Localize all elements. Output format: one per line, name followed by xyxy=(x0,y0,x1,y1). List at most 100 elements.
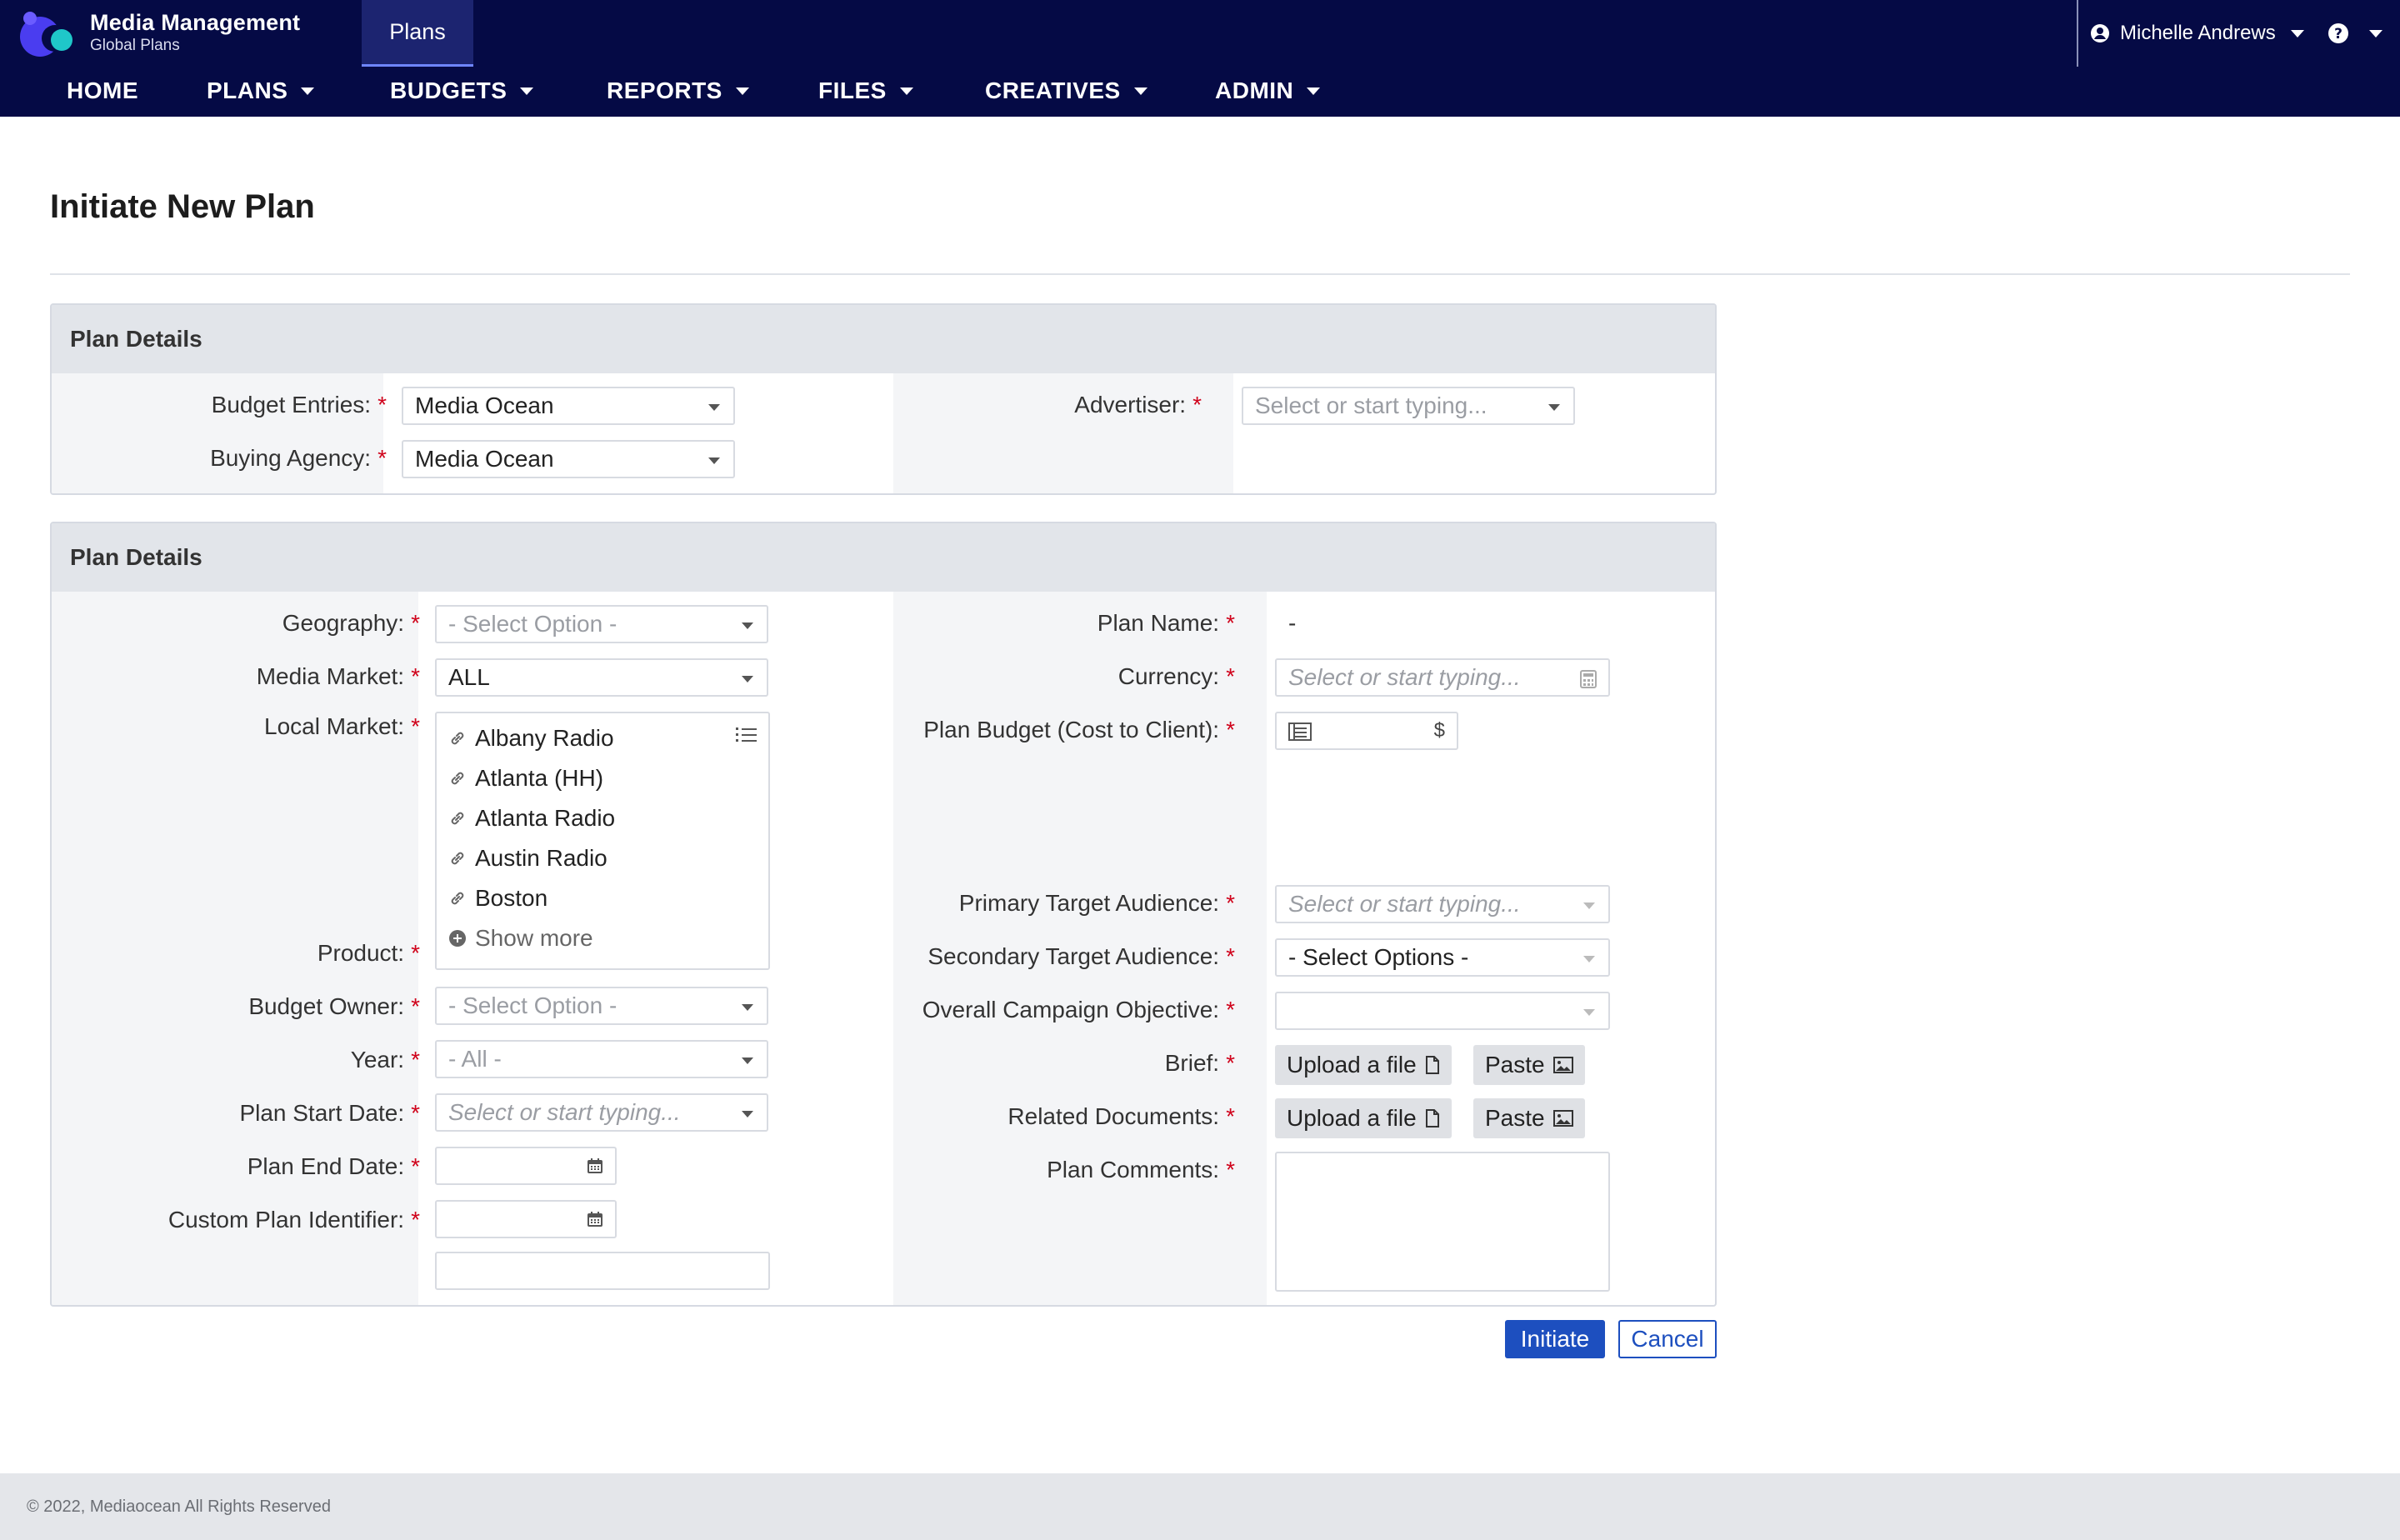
nav-plans[interactable]: PLANS xyxy=(207,70,315,112)
calendar-icon[interactable] xyxy=(587,1158,603,1174)
required-marker: * xyxy=(411,663,420,689)
nav-admin[interactable]: ADMIN xyxy=(1215,70,1321,112)
local-market-list[interactable]: Albany Radio Atlanta (HH) Atlanta Radio … xyxy=(435,712,770,970)
plan-details-panel-2: Plan Details Geography: * - Select Option… xyxy=(50,522,1717,1307)
chevron-down-icon xyxy=(735,87,749,95)
custom-plan-date-input[interactable] xyxy=(435,1200,617,1238)
required-marker: * xyxy=(378,445,387,471)
chevron-down-icon xyxy=(742,622,753,629)
calendar-icon[interactable] xyxy=(587,1211,603,1228)
link-icon xyxy=(451,772,464,785)
budget-entries-label: Budget Entries: * xyxy=(212,392,387,418)
cancel-button[interactable]: Cancel xyxy=(1618,1320,1717,1358)
nav-admin-label: ADMIN xyxy=(1215,78,1294,103)
nav-plans-label: PLANS xyxy=(207,78,288,103)
required-marker: * xyxy=(1226,997,1235,1022)
select-value: Media Ocean xyxy=(415,392,554,418)
primary-target-audience-select[interactable]: Select or start typing... xyxy=(1275,885,1610,923)
custom-plan-identifier-input[interactable] xyxy=(435,1252,770,1290)
brand-subtitle: Global Plans xyxy=(90,37,180,54)
required-marker: * xyxy=(1226,717,1235,742)
chevron-down-icon xyxy=(1548,404,1560,411)
required-marker: * xyxy=(411,713,420,739)
panel-heading: Plan Details xyxy=(52,305,1715,373)
user-menu-chevron-down-icon[interactable] xyxy=(2290,29,2304,38)
plus-circle-icon xyxy=(449,930,466,947)
label-text: Budget Owner: xyxy=(248,993,405,1019)
related-documents-upload-button[interactable]: Upload a file xyxy=(1275,1098,1452,1138)
plan-comments-textarea[interactable] xyxy=(1275,1152,1610,1292)
help-icon[interactable]: ? xyxy=(2328,22,2349,44)
required-marker: * xyxy=(1226,663,1235,689)
main-nav: HOME PLANS BUDGETS REPORTS FILES CREATIV… xyxy=(0,70,1417,112)
nav-reports[interactable]: REPORTS xyxy=(607,70,749,112)
brief-upload-button[interactable]: Upload a file xyxy=(1275,1045,1452,1085)
media-market-select[interactable]: ALL xyxy=(435,658,768,697)
budget-owner-label: Budget Owner: * xyxy=(248,993,420,1020)
advertiser-select[interactable]: Select or start typing... xyxy=(1242,387,1575,425)
nav-files[interactable]: FILES xyxy=(818,70,913,112)
label-text: Plan Name: xyxy=(1097,610,1220,636)
mediaocean-logo-icon[interactable] xyxy=(18,7,82,60)
brief-label: Brief: * xyxy=(1165,1050,1235,1077)
initiate-button[interactable]: Initiate xyxy=(1505,1320,1605,1358)
nav-files-label: FILES xyxy=(818,78,887,103)
budget-entries-select[interactable]: Media Ocean xyxy=(402,387,735,425)
upload-label: Upload a file xyxy=(1287,1052,1417,1078)
nav-budgets-label: BUDGETS xyxy=(390,78,508,103)
custom-plan-identifier-label: Custom Plan Identifier: * xyxy=(168,1207,420,1233)
app-tab-plans[interactable]: Plans xyxy=(362,0,473,67)
title-divider xyxy=(50,273,2350,275)
label-text: Plan End Date: xyxy=(247,1153,405,1179)
chevron-down-icon xyxy=(1583,956,1595,962)
label-text: Product: xyxy=(317,940,405,966)
currency-select[interactable]: Select or start typing... xyxy=(1275,658,1610,697)
budget-owner-select[interactable]: - Select Option - xyxy=(435,987,768,1025)
related-documents-paste-button[interactable]: Paste xyxy=(1473,1098,1585,1138)
link-icon xyxy=(451,812,464,825)
primary-target-audience-label: Primary Target Audience: * xyxy=(959,890,1235,917)
buying-agency-select[interactable]: Media Ocean xyxy=(402,440,735,478)
top-header: Media Management Global Plans Plans Mich… xyxy=(0,0,2400,117)
help-menu-chevron-down-icon[interactable] xyxy=(2368,29,2382,38)
footer: © 2022, Mediaocean All Rights Reserved xyxy=(0,1473,2400,1540)
local-market-item[interactable]: Boston xyxy=(448,885,548,912)
geography-select[interactable]: - Select Option - xyxy=(435,605,768,643)
local-market-item[interactable]: Atlanta Radio xyxy=(448,805,615,832)
plan-budget-input[interactable]: $ xyxy=(1275,712,1458,750)
nav-home-label: HOME xyxy=(67,78,138,103)
chevron-down-icon xyxy=(1307,87,1321,95)
label-text: Secondary Target Audience: xyxy=(928,943,1220,969)
select-placeholder: - Select Option - xyxy=(448,611,618,637)
user-name[interactable]: Michelle Andrews xyxy=(2120,22,2276,45)
required-marker: * xyxy=(411,993,420,1019)
secondary-target-audience-select[interactable]: - Select Options - xyxy=(1275,938,1610,977)
chevron-down-icon xyxy=(708,404,720,411)
brief-paste-button[interactable]: Paste xyxy=(1473,1045,1585,1085)
show-more-link[interactable]: Show more xyxy=(448,925,593,952)
secondary-target-audience-label: Secondary Target Audience: * xyxy=(928,943,1235,970)
chevron-down-icon xyxy=(742,1111,753,1118)
select-placeholder: Select or start typing... xyxy=(1288,664,1521,690)
required-marker: * xyxy=(1226,1050,1235,1076)
plan-end-date-input[interactable] xyxy=(435,1147,617,1185)
list-view-icon[interactable] xyxy=(735,725,758,745)
select-placeholder: - All - xyxy=(448,1046,502,1072)
local-market-item[interactable]: Albany Radio xyxy=(448,725,614,752)
nav-budgets[interactable]: BUDGETS xyxy=(390,70,534,112)
plan-start-date-select[interactable]: Select or start typing... xyxy=(435,1093,768,1132)
link-icon xyxy=(451,892,464,905)
nav-home[interactable]: HOME xyxy=(67,70,138,112)
required-marker: * xyxy=(411,1207,420,1232)
year-select[interactable]: - All - xyxy=(435,1040,768,1078)
campaign-objective-select[interactable] xyxy=(1275,992,1610,1030)
local-market-item[interactable]: Austin Radio xyxy=(448,845,608,872)
required-marker: * xyxy=(1226,943,1235,969)
label-text: Overall Campaign Objective: xyxy=(922,997,1220,1022)
chevron-down-icon xyxy=(1583,1009,1595,1016)
nav-creatives[interactable]: CREATIVES xyxy=(985,70,1148,112)
local-market-item[interactable]: Atlanta (HH) xyxy=(448,765,603,792)
upload-label: Upload a file xyxy=(1287,1105,1417,1131)
link-icon xyxy=(451,732,464,745)
chevron-down-icon xyxy=(742,1058,753,1064)
